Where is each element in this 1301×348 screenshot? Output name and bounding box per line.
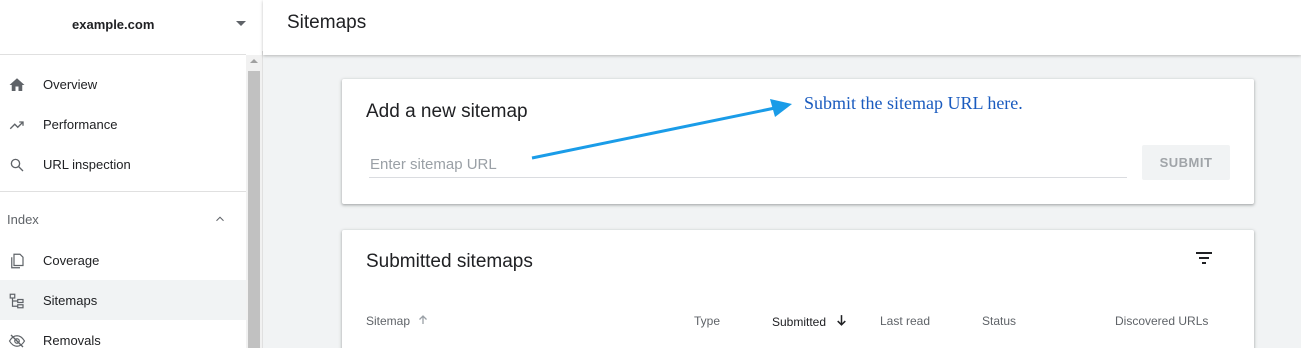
section-label: Index [7, 212, 39, 227]
column-label: Last read [880, 314, 931, 328]
nav-item-overview[interactable]: Overview [0, 64, 246, 104]
submitted-sitemaps-title: Submitted sitemaps [366, 251, 533, 272]
chevron-up-icon[interactable] [213, 212, 227, 226]
column-label: Sitemap [366, 314, 411, 328]
property-name: example.com [72, 17, 155, 32]
column-header-type[interactable]: Type [694, 314, 720, 328]
arrow-down-icon [837, 315, 847, 326]
eye-off-icon [8, 334, 26, 348]
nav-item-label: Overview [43, 77, 98, 92]
page-header: Sitemaps [263, 0, 1301, 55]
filter-icon[interactable] [1194, 250, 1214, 266]
column-header-discovered-urls[interactable]: Discovered URLs [1115, 314, 1208, 328]
sidebar: example.com Overview Performance URL ins… [0, 0, 263, 348]
submitted-sitemaps-card: Submitted sitemaps Sitemap Type Submitte… [342, 230, 1254, 348]
scroll-up-arrow-icon[interactable] [250, 59, 258, 63]
sidebar-scrollbar[interactable] [246, 55, 262, 348]
caret-down-icon[interactable] [236, 21, 246, 26]
divider [0, 54, 246, 55]
nav-item-label: Performance [43, 117, 118, 132]
column-header-sitemap[interactable]: Sitemap [366, 314, 429, 328]
home-icon [9, 78, 25, 91]
column-header-last-read[interactable]: Last read [880, 314, 930, 328]
nav-item-label: Removals [43, 333, 101, 348]
submit-button[interactable]: SUBMIT [1142, 145, 1230, 180]
nav-item-coverage[interactable]: Coverage [0, 240, 246, 280]
nav-item-label: Coverage [43, 253, 100, 268]
divider [0, 191, 246, 192]
sitemap-url-input[interactable] [369, 152, 1127, 178]
nav-item-performance[interactable]: Performance [0, 104, 246, 144]
nav-item-label: Sitemaps [43, 293, 98, 308]
arrow-up-icon [419, 315, 428, 324]
trending-up-icon [9, 121, 24, 130]
search-icon [10, 158, 24, 172]
nav-item-url-inspection[interactable]: URL inspection [0, 144, 246, 184]
copy-pages-icon [11, 253, 24, 269]
nav-item-label: URL inspection [43, 157, 131, 172]
annotation-text: Submit the sitemap URL here. [804, 93, 1023, 113]
add-sitemap-card: Add a new sitemap SUBMIT [342, 79, 1254, 204]
sitemap-icon [9, 293, 24, 309]
column-label: Submitted [772, 315, 827, 329]
column-header-status[interactable]: Status [982, 314, 1016, 328]
property-selector[interactable]: example.com [0, 0, 263, 51]
nav-item-removals[interactable]: Removals [0, 320, 246, 348]
column-label: Type [694, 314, 721, 328]
column-label: Discovered URLs [1115, 314, 1209, 328]
scrollbar-thumb[interactable] [248, 71, 260, 348]
column-label: Status [982, 314, 1017, 328]
add-sitemap-title: Add a new sitemap [366, 101, 528, 122]
column-header-submitted[interactable]: Submitted [772, 314, 848, 329]
nav-item-sitemaps[interactable]: Sitemaps [0, 280, 246, 320]
section-header-index[interactable]: Index [0, 199, 246, 239]
page-title: Sitemaps [287, 12, 367, 33]
